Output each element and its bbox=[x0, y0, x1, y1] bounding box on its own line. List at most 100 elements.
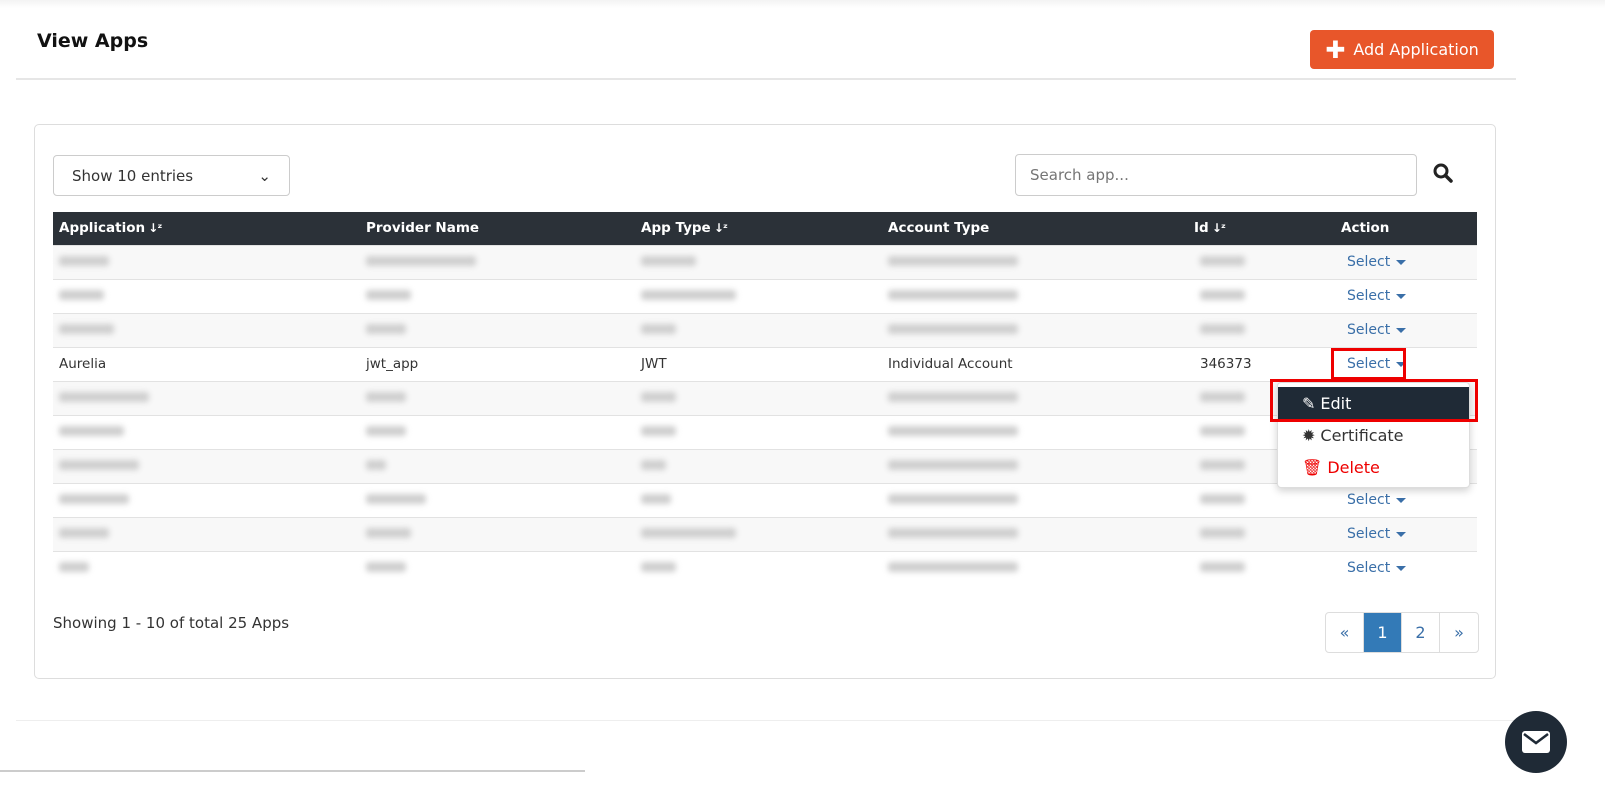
cell-provider bbox=[360, 414, 635, 449]
redacted-text bbox=[1200, 290, 1245, 300]
redacted-text bbox=[888, 562, 1018, 573]
top-shade bbox=[0, 0, 1605, 8]
table-row: Select bbox=[53, 380, 1477, 415]
entries-select[interactable]: Show 10 entries ⌄ bbox=[53, 155, 290, 196]
cell-provider bbox=[360, 380, 635, 415]
select-action-dropdown[interactable]: Select bbox=[1347, 526, 1407, 542]
redacted-text bbox=[59, 290, 104, 300]
redacted-text bbox=[366, 494, 426, 504]
table-row: Select bbox=[53, 482, 1477, 517]
select-label: Select bbox=[1347, 322, 1391, 338]
cell-application bbox=[53, 244, 360, 279]
column-label: App Type bbox=[641, 220, 711, 237]
redacted-text bbox=[888, 460, 1018, 470]
column-header[interactable]: App Type ↓ᶻ bbox=[635, 212, 882, 245]
mail-icon bbox=[1522, 731, 1550, 753]
menu-item-certificate[interactable]: ✹ Certificate bbox=[1278, 419, 1469, 451]
redacted-text bbox=[641, 324, 676, 334]
sort-icon[interactable]: ↓ᶻ bbox=[711, 221, 728, 235]
column-header: Provider Name bbox=[360, 212, 635, 245]
redacted-text bbox=[1200, 460, 1245, 470]
add-application-label: Add Application bbox=[1353, 40, 1479, 59]
column-header: Action bbox=[1335, 212, 1477, 245]
caret-down-icon bbox=[1396, 497, 1407, 503]
cell-account-type: Individual Account bbox=[882, 346, 1188, 381]
next-page[interactable]: » bbox=[1440, 613, 1478, 652]
table-row: Select bbox=[53, 448, 1477, 483]
cell-account-type bbox=[882, 380, 1188, 415]
select-action-dropdown[interactable]: Select bbox=[1347, 492, 1407, 508]
column-label: Action bbox=[1341, 220, 1390, 237]
caret-down-icon bbox=[1396, 293, 1407, 299]
select-action-dropdown[interactable]: Select bbox=[1347, 288, 1407, 304]
search-icon[interactable] bbox=[1432, 162, 1454, 184]
cell-application: Aurelia bbox=[53, 346, 360, 381]
select-action-dropdown[interactable]: Select bbox=[1347, 560, 1407, 577]
cell-provider bbox=[360, 244, 635, 279]
caret-down-icon bbox=[1396, 327, 1407, 333]
page-2[interactable]: 2 bbox=[1402, 613, 1440, 652]
redacted-text bbox=[366, 256, 476, 266]
chat-button[interactable] bbox=[1505, 711, 1567, 773]
table-row: Select bbox=[53, 516, 1477, 551]
cell-application bbox=[53, 312, 360, 347]
select-action-dropdown[interactable]: Select bbox=[1347, 254, 1407, 270]
highlight-edit bbox=[1270, 379, 1478, 422]
cell-provider bbox=[360, 550, 635, 585]
cell-account-type bbox=[882, 448, 1188, 483]
menu-item-delete[interactable]: 🗑 Delete bbox=[1278, 451, 1469, 483]
sort-icon[interactable]: ↓ᶻ bbox=[145, 221, 162, 235]
redacted-text bbox=[366, 528, 411, 538]
redacted-text bbox=[366, 562, 406, 573]
pagination: « 1 2 » bbox=[1325, 612, 1479, 653]
cell-app-type bbox=[635, 244, 882, 279]
prev-page[interactable]: « bbox=[1326, 613, 1364, 652]
cell-action: Select bbox=[1335, 312, 1477, 347]
cell-application bbox=[53, 516, 360, 551]
showing-info: Showing 1 - 10 of total 25 Apps bbox=[53, 614, 290, 632]
redacted-text bbox=[1200, 426, 1245, 436]
footer-divider bbox=[16, 720, 1516, 721]
redacted-text bbox=[641, 494, 671, 504]
scrollbar[interactable] bbox=[0, 770, 585, 772]
select-action-dropdown[interactable]: Select bbox=[1347, 322, 1407, 338]
entries-label: Show 10 entries bbox=[72, 166, 194, 185]
search-input[interactable] bbox=[1015, 154, 1417, 196]
cell-app-type bbox=[635, 312, 882, 347]
redacted-text bbox=[888, 392, 1018, 402]
column-header: Account Type bbox=[882, 212, 1188, 245]
column-label: Id bbox=[1194, 220, 1209, 237]
cell-app-type: JWT bbox=[635, 346, 882, 381]
cell-account-type bbox=[882, 414, 1188, 449]
redacted-text bbox=[366, 460, 386, 470]
redacted-text bbox=[366, 324, 406, 334]
delete-label: Delete bbox=[1327, 457, 1380, 477]
cell-app-type bbox=[635, 414, 882, 449]
cell-application bbox=[53, 482, 360, 517]
table-row: Select bbox=[53, 550, 1477, 585]
redacted-text bbox=[59, 392, 149, 402]
cell-application bbox=[53, 380, 360, 415]
redacted-text bbox=[59, 426, 124, 436]
certificate-label: Certificate bbox=[1320, 425, 1404, 445]
table-row: Aurelia jwt_app JWT Individual Account 34637… bbox=[53, 346, 1477, 381]
cell-account-type bbox=[882, 312, 1188, 347]
plus-icon: ✚ bbox=[1325, 35, 1346, 64]
cell-id bbox=[1188, 550, 1335, 585]
select-label: Select bbox=[1347, 560, 1391, 577]
cell-provider bbox=[360, 482, 635, 517]
redacted-text bbox=[1200, 392, 1245, 402]
page-1[interactable]: 1 bbox=[1364, 613, 1402, 652]
column-header[interactable]: Application ↓ᶻ bbox=[53, 212, 360, 245]
cell-account-type bbox=[882, 278, 1188, 313]
trash-icon: 🗑 bbox=[1302, 457, 1323, 477]
select-label: Select bbox=[1347, 254, 1391, 270]
sort-icon[interactable]: ↓ᶻ bbox=[1209, 221, 1226, 235]
redacted-text bbox=[59, 528, 109, 538]
caret-down-icon bbox=[1396, 259, 1407, 265]
table-row: Select bbox=[53, 414, 1477, 449]
redacted-text bbox=[641, 256, 696, 266]
column-header[interactable]: Id ↓ᶻ bbox=[1188, 212, 1335, 245]
add-application-button[interactable]: ✚ Add Application bbox=[1310, 30, 1494, 69]
cell-account-type bbox=[882, 550, 1188, 585]
